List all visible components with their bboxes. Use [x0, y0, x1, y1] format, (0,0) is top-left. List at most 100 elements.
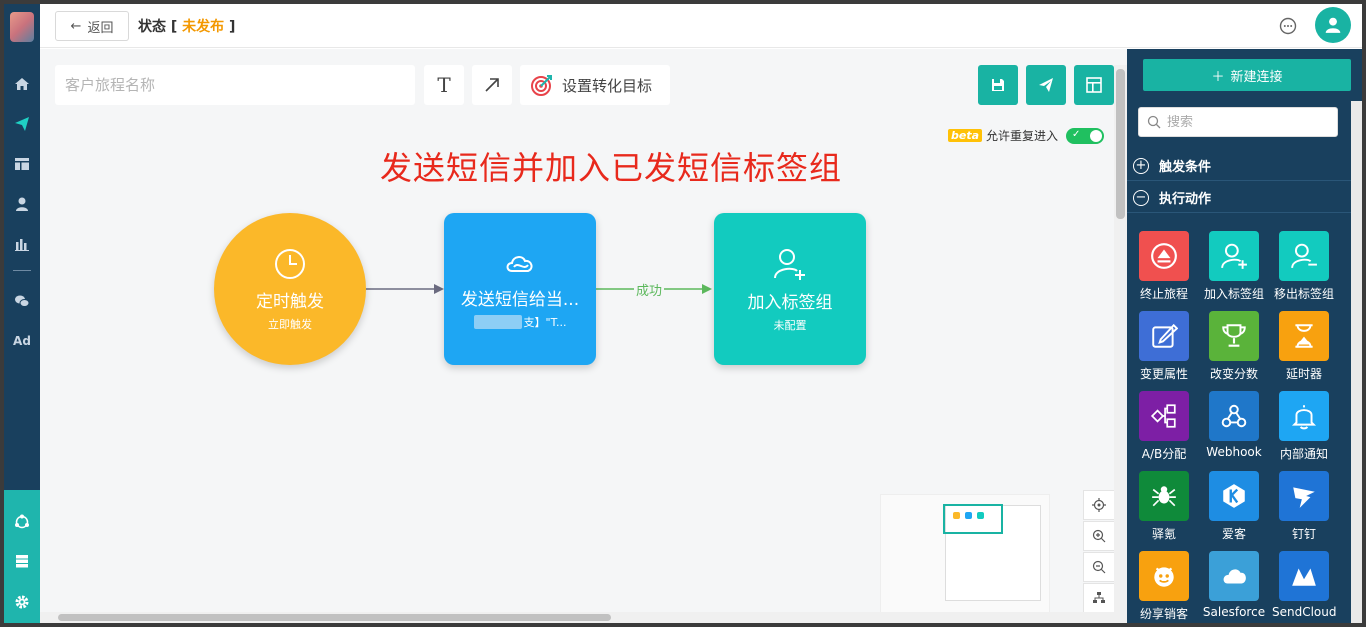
home-icon[interactable]: [4, 72, 40, 96]
action-tile[interactable]: 变更属性: [1132, 311, 1196, 382]
layout-template-button[interactable]: [1074, 65, 1114, 105]
tile-icon-box: [1279, 391, 1329, 441]
redacted-text: [473, 314, 522, 329]
tile-label: A/B分配: [1141, 447, 1187, 461]
target-icon: [531, 75, 552, 96]
node-send-sms[interactable]: 发送短信给当... 支】"T...: [444, 213, 596, 365]
locate-icon: [1092, 498, 1106, 512]
action-tile[interactable]: Salesforce: [1202, 551, 1266, 619]
zoom-out-button[interactable]: [1083, 552, 1115, 582]
clock-icon: [275, 248, 305, 279]
tile-icon-box: [1209, 391, 1259, 441]
tile-label: 驿氪: [1151, 527, 1176, 541]
minimap-node-tag: [977, 512, 984, 519]
section-actions[interactable]: − 执行动作: [1127, 183, 1351, 213]
action-tile[interactable]: 驿氪: [1132, 471, 1196, 542]
action-tile[interactable]: 延时器: [1272, 311, 1336, 382]
node-add-tag-group[interactable]: 加入标签组 未配置: [714, 213, 866, 365]
search-input[interactable]: [1167, 114, 1327, 130]
node-timed-trigger[interactable]: 定时触发 立即触发: [214, 213, 366, 365]
tile-icon-box: [1139, 311, 1189, 361]
dingtalk-icon: [1293, 487, 1315, 508]
text-tool-button[interactable]: T: [424, 65, 464, 105]
save-button[interactable]: [978, 65, 1018, 105]
bar-chart-icon[interactable]: [4, 232, 40, 256]
reentry-label: 允许重复进入: [986, 129, 1059, 143]
fxiaoke-icon: [1154, 567, 1174, 587]
save-floppy-icon: [992, 79, 1004, 91]
layout-icon[interactable]: [4, 152, 40, 176]
action-tile[interactable]: 内部通知: [1272, 391, 1336, 462]
ad-icon[interactable]: Ad: [4, 329, 40, 353]
connector-trigger-to-sms[interactable]: [366, 281, 446, 297]
panel-scrollbar[interactable]: [1351, 101, 1362, 623]
action-tile[interactable]: A/B分配: [1132, 391, 1196, 462]
action-tile[interactable]: Webhook: [1202, 391, 1266, 459]
minimap-node-sms: [965, 512, 972, 519]
back-button[interactable]: ← 返回: [55, 11, 129, 41]
user-icon[interactable]: [4, 192, 40, 216]
arrow-left-icon: ←: [70, 18, 82, 34]
action-tile[interactable]: 改变分数: [1202, 311, 1266, 382]
network-icon[interactable]: [4, 510, 40, 534]
arrow-up-right-icon: [485, 78, 499, 92]
spider-icon: [1152, 486, 1176, 507]
tile-label: 加入标签组: [1203, 287, 1264, 301]
canvas-annotation-text[interactable]: 发送短信并加入已发短信标签组: [380, 143, 842, 189]
auto-layout-button[interactable]: [1083, 583, 1115, 613]
component-panel: ＋ 新建连接 + 触发条件 − 执行动作 终止旅程 加入标签组移出标签组变更属性 改…: [1127, 49, 1362, 623]
goal-label: 设置转化目标: [562, 76, 653, 95]
tile-icon-box: [1209, 471, 1259, 521]
send-icon[interactable]: [4, 112, 40, 136]
conversion-goal-button[interactable]: 设置转化目标: [520, 65, 670, 105]
user-add-icon: [774, 248, 805, 280]
action-tile[interactable]: 纷享销客: [1132, 551, 1196, 622]
trophy-icon: [1222, 324, 1246, 347]
tile-label: 移出标签组: [1273, 287, 1334, 301]
action-tile[interactable]: 移出标签组: [1272, 231, 1336, 302]
tile-icon-box: [1279, 471, 1329, 521]
wechat-icon[interactable]: [4, 289, 40, 313]
action-tile[interactable]: 爱客: [1202, 471, 1266, 542]
vertical-scroll-thumb[interactable]: [1116, 69, 1125, 219]
edge-label-success: 成功: [634, 280, 665, 299]
publish-button[interactable]: [1026, 65, 1066, 105]
minimap-node-trigger: [953, 512, 960, 519]
reentry-toggle[interactable]: ✓: [1066, 127, 1105, 144]
tile-label: 变更属性: [1139, 367, 1188, 381]
user-avatar[interactable]: [1315, 7, 1351, 43]
tile-label: Webhook: [1206, 445, 1262, 459]
tile-label: 爱客: [1221, 527, 1246, 541]
section-trigger-conditions[interactable]: + 触发条件: [1127, 151, 1351, 181]
minimap-viewport[interactable]: [943, 504, 1003, 534]
component-search[interactable]: [1138, 107, 1338, 137]
locate-button[interactable]: [1083, 490, 1115, 520]
settings-gear-icon[interactable]: [4, 590, 40, 614]
arrow-tool-button[interactable]: [472, 65, 512, 105]
tile-label: SendCloud: [1272, 605, 1337, 619]
journey-name-input[interactable]: [55, 65, 415, 105]
canvas-horizontal-scrollbar[interactable]: [40, 612, 1114, 623]
action-tile[interactable]: 加入标签组: [1202, 231, 1266, 302]
horizontal-scroll-thumb[interactable]: [58, 614, 611, 621]
plus-icon: ＋: [1211, 69, 1225, 85]
journey-canvas[interactable]: T 设置转化目标 beta 允许重复进入 ✓ 发送短信: [40, 49, 1127, 623]
collapse-minus-icon: −: [1133, 189, 1149, 206]
server-icon[interactable]: [4, 549, 40, 573]
tile-icon-box: [1279, 311, 1329, 361]
action-tile[interactable]: SendCloud: [1272, 551, 1337, 619]
action-tile[interactable]: 终止旅程: [1132, 231, 1196, 302]
tile-label: 改变分数: [1209, 367, 1258, 381]
canvas-vertical-scrollbar[interactable]: [1114, 65, 1127, 623]
new-connection-button[interactable]: ＋ 新建连接: [1143, 59, 1351, 91]
app-window: Ad ← 返回 状态 [ 未发布 ] 客户旅程名称 T 设置转化目标 beta …: [0, 0, 1366, 627]
search-icon: [1147, 115, 1161, 129]
action-tile[interactable]: 钉钉: [1272, 471, 1336, 542]
tag-subtitle: 未配置: [773, 318, 807, 332]
tile-icon-box: [1279, 231, 1329, 281]
minimap[interactable]: [880, 494, 1050, 614]
zoom-in-button[interactable]: [1083, 521, 1115, 551]
chat-bubble-icon[interactable]: [1278, 16, 1298, 36]
user-remove-icon: [1291, 243, 1317, 269]
ab-split-icon: [1150, 404, 1176, 428]
